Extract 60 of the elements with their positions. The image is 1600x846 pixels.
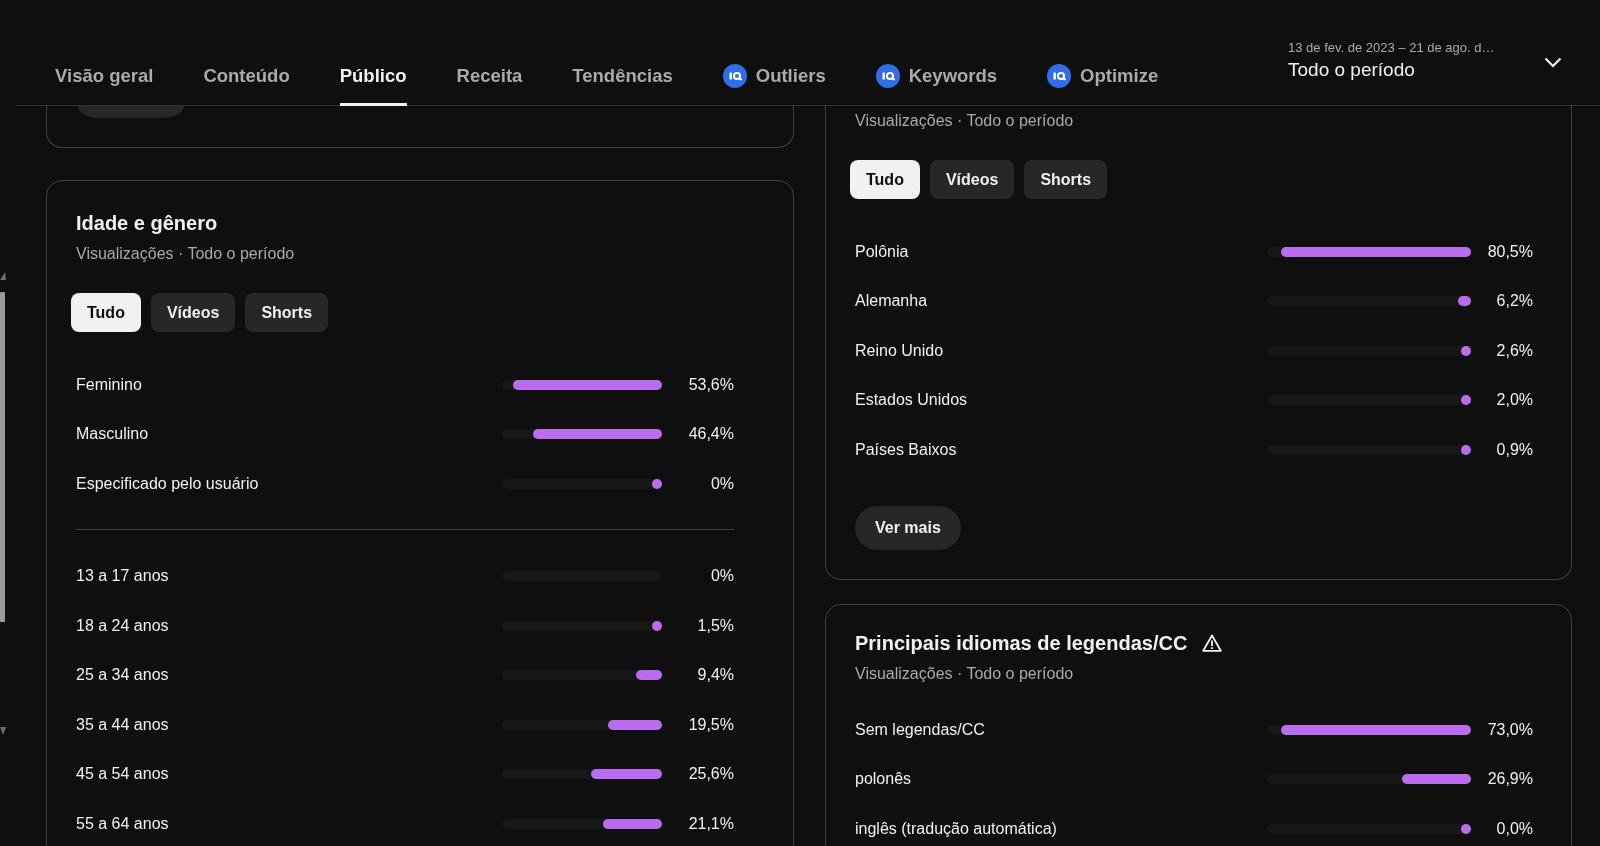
percentage-value: 26,9% xyxy=(1487,769,1533,790)
card-subtitle: Visualizações · Todo o período xyxy=(855,664,1074,684)
tab[interactable]: Receita xyxy=(456,56,523,106)
percentage-value: 19,5% xyxy=(688,714,734,735)
logo-icon xyxy=(1047,64,1072,88)
card-title: Idade e gênero xyxy=(76,211,218,236)
tab[interactable]: Conteúdo xyxy=(203,56,290,106)
filter-chip[interactable]: Shorts xyxy=(245,293,329,332)
category-label: 45 a 54 anos xyxy=(76,764,169,785)
category-label: Masculino xyxy=(76,424,149,445)
percentage-value: 53,6% xyxy=(688,374,734,395)
date-range-dropdown[interactable]: 13 de fev. de 2023 – 21 de ago. d… Todo o período xyxy=(1288,40,1562,82)
category-label: Países Baixos xyxy=(855,439,957,460)
category-label: 25 a 34 anos xyxy=(76,665,169,686)
tab[interactable]: Tendências xyxy=(572,56,673,106)
category-label: Especificado pelo usuário xyxy=(76,473,259,494)
category-label: polonês xyxy=(855,769,912,790)
percentage-value: 1,5% xyxy=(697,615,734,636)
see-more-button[interactable]: Ver mais xyxy=(855,506,961,550)
category-label: Sem legendas/CC xyxy=(855,719,985,740)
category-label: inglês (tradução automática) xyxy=(855,818,1057,839)
percentage-value: 2,6% xyxy=(1496,340,1533,361)
category-label: Feminino xyxy=(76,374,142,395)
percentage-value: 0% xyxy=(710,566,734,587)
percentage-value: 80,5% xyxy=(1487,241,1533,262)
chevron-down-icon xyxy=(1544,56,1562,68)
percentage-value: 46,4% xyxy=(688,424,734,445)
logo-icon xyxy=(875,64,900,88)
category-label: Polônia xyxy=(855,241,909,262)
percentage-value: 25,6% xyxy=(688,764,734,785)
filter-chip[interactable]: Shorts xyxy=(1024,160,1108,199)
percentage-value: 9,4% xyxy=(697,665,734,686)
category-label: Estados Unidos xyxy=(855,390,968,411)
logo-icon xyxy=(722,64,747,88)
card-subtitle: Visualizações · Todo o período xyxy=(855,111,1074,131)
filter-chip[interactable]: Vídeos xyxy=(150,293,236,332)
tab[interactable]: Outliers xyxy=(722,56,826,106)
category-label: Reino Unido xyxy=(855,340,944,361)
percentage-value: 0,0% xyxy=(1496,818,1533,839)
tab[interactable]: Visão geral xyxy=(55,56,154,106)
filter-chip[interactable]: Vídeos xyxy=(929,160,1015,199)
filter-chip[interactable]: Tudo xyxy=(71,293,141,332)
percentage-value: 0,9% xyxy=(1496,439,1533,460)
tab[interactable]: Optimize xyxy=(1047,56,1159,106)
category-label: 35 a 44 anos xyxy=(76,714,169,735)
percentage-value: 2,0% xyxy=(1496,390,1533,411)
category-label: 13 a 17 anos xyxy=(76,566,169,587)
card-subtitle: Visualizações · Todo o período xyxy=(76,244,295,264)
filter-chip[interactable]: Tudo xyxy=(850,160,920,199)
percentage-value: 0% xyxy=(710,473,734,494)
category-label: Alemanha xyxy=(855,291,928,312)
card-title: Principais idiomas de legendas/CC xyxy=(855,631,1188,656)
percentage-value: 6,2% xyxy=(1496,291,1533,312)
pill-button[interactable] xyxy=(78,106,184,118)
tab[interactable]: Keywords xyxy=(875,56,998,106)
tab[interactable]: Público xyxy=(339,56,407,106)
category-label: 55 a 64 anos xyxy=(76,813,169,834)
category-label: 18 a 24 anos xyxy=(76,615,169,636)
percentage-value: 21,1% xyxy=(688,813,734,834)
percentage-value: 73,0% xyxy=(1487,719,1533,740)
